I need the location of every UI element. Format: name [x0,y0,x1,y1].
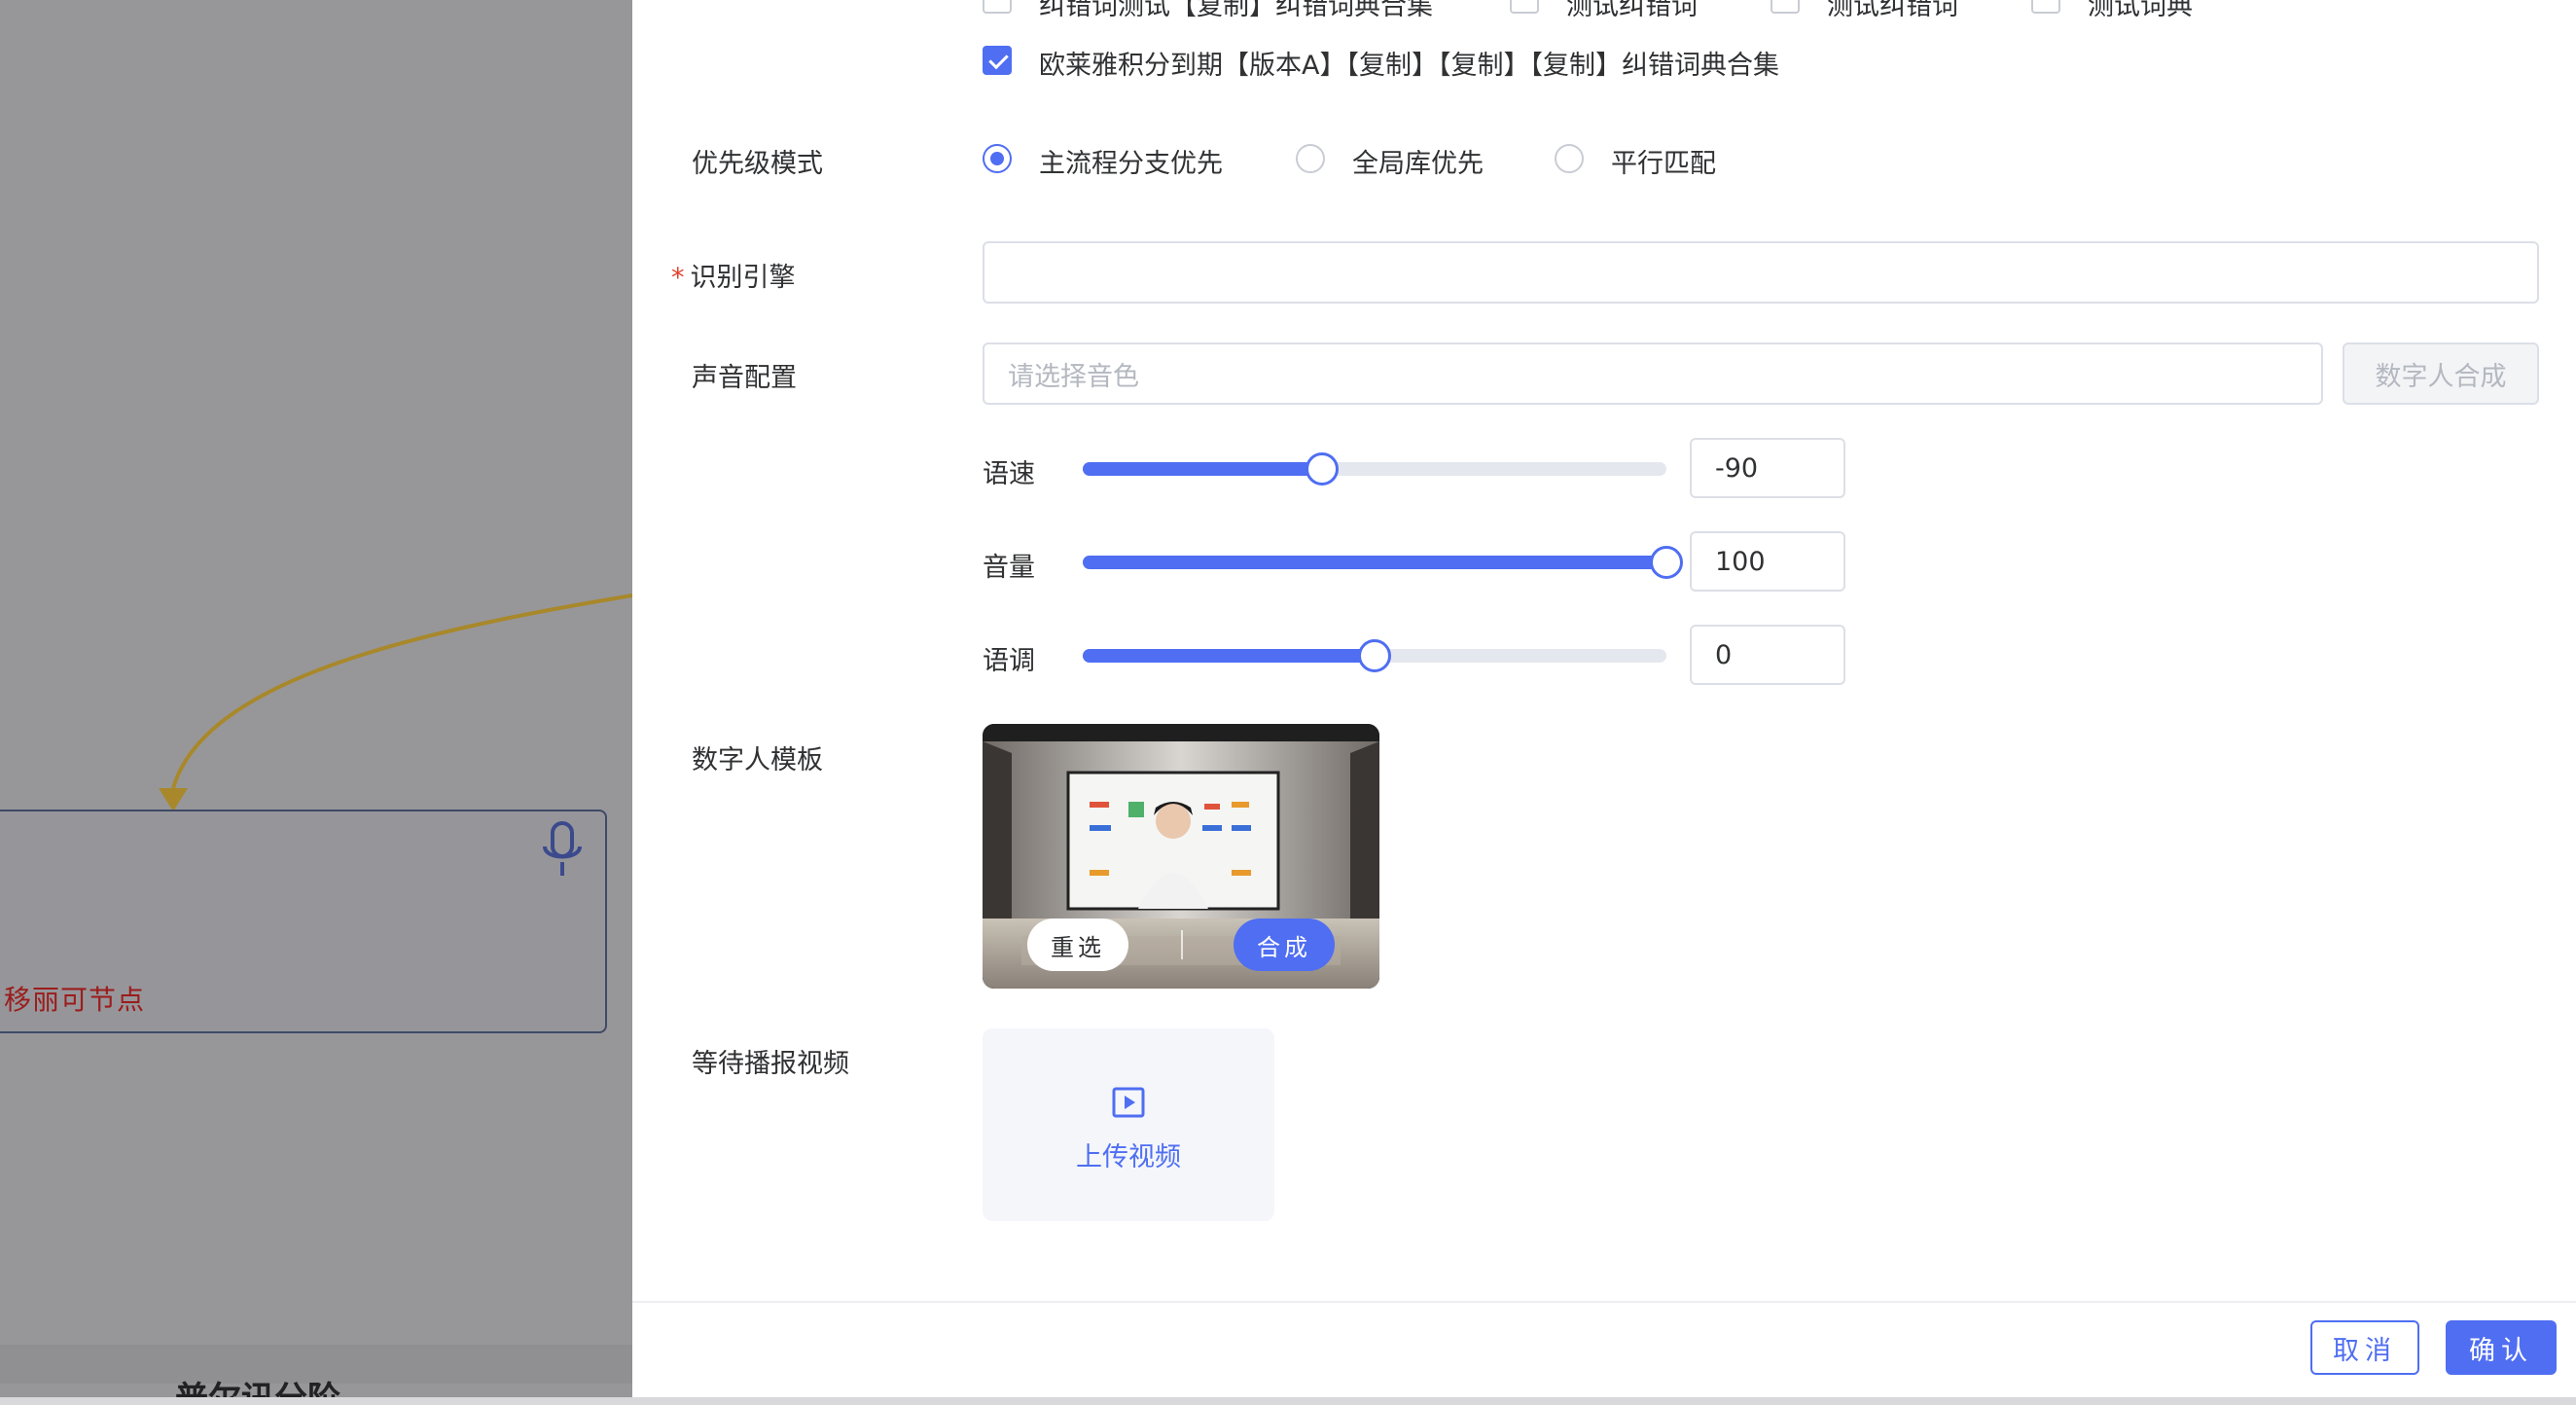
dictionary-label-3: 测试纠错词 [1827,0,1958,21]
template-label: 数字人模板 [692,745,823,775]
upload-video-label: 上传视频 [1076,1142,1181,1172]
pitch-slider-fill [1083,649,1375,663]
dictionary-checkbox-3[interactable] [1771,0,1800,14]
volume-label: 音量 [983,553,1035,583]
config-drawer [632,0,2576,1397]
digital-human-synth-button[interactable]: 数字人合成 [2343,342,2539,405]
waiting-video-label: 等待播报视频 [692,1049,849,1079]
cancel-button[interactable]: 取消 [2310,1320,2419,1375]
pitch-slider[interactable] [1083,639,1666,672]
volume-input[interactable]: 100 [1690,531,1845,592]
digital-human-template-card[interactable]: 重选 合成 [983,724,1379,989]
dictionary-label-1: 纠错词测试【复制】纠错词典合集 [1039,0,1433,21]
priority-mode-label: 优先级模式 [692,149,823,179]
volume-slider-fill [1083,556,1666,569]
dictionary-label-2: 测试纠错词 [1566,0,1698,21]
flow-node: 移丽可节点 [0,810,607,1033]
volume-slider-thumb[interactable] [1650,546,1683,579]
video-play-icon [1112,1087,1145,1118]
template-compose-button[interactable]: 合成 [1234,919,1335,971]
drawer-bottom-edge [0,1397,2576,1405]
confirm-button[interactable]: 确认 [2446,1320,2557,1375]
priority-option-parallel: 平行匹配 [1611,149,1716,179]
microphone-icon [543,821,582,876]
voice-config-label: 声音配置 [692,363,797,393]
upload-video-area[interactable]: 上传视频 [983,1028,1274,1221]
priority-radio-parallel[interactable] [1555,144,1584,173]
pitch-label: 语调 [983,646,1035,676]
dictionary-label-4: 测试词典 [2088,0,2193,21]
dictionary-checkbox-2[interactable] [1510,0,1539,14]
dictionary-checkbox-1[interactable] [983,0,1012,14]
priority-radio-main-flow[interactable] [983,144,1012,173]
pitch-input[interactable]: 0 [1690,625,1845,685]
speed-input[interactable]: -90 [1690,438,1845,498]
flow-canvas-background: 移丽可节点 普尔讯分阶 [0,0,632,1405]
speed-slider[interactable] [1083,452,1666,486]
engine-select[interactable] [983,241,2539,304]
dictionary-checkbox-selected[interactable] [983,46,1012,75]
engine-label-text: 识别引擎 [690,263,796,293]
engine-label: * 识别引擎 [671,256,796,294]
speed-slider-thumb[interactable] [1306,452,1339,486]
volume-slider[interactable] [1083,546,1683,579]
flow-edge [159,594,632,811]
dictionary-checkbox-4[interactable] [2031,0,2060,14]
template-reselect-button[interactable]: 重选 [1027,919,1128,971]
pitch-slider-thumb[interactable] [1358,639,1391,672]
template-button-divider [1181,930,1183,959]
footer-divider [632,1301,2576,1303]
priority-option-global: 全局库优先 [1352,149,1484,179]
dictionary-label-selected: 欧莱雅积分到期【版本A】【复制】【复制】【复制】纠错词典合集 [1039,51,1779,81]
priority-option-main-flow: 主流程分支优先 [1039,149,1223,179]
priority-radio-global[interactable] [1296,144,1325,173]
node-label: 移丽可节点 [4,984,146,1016]
required-mark: * [671,263,685,293]
speed-slider-fill [1083,462,1322,476]
voice-select[interactable]: 请选择音色 [983,342,2323,405]
speed-label: 语速 [983,459,1035,489]
